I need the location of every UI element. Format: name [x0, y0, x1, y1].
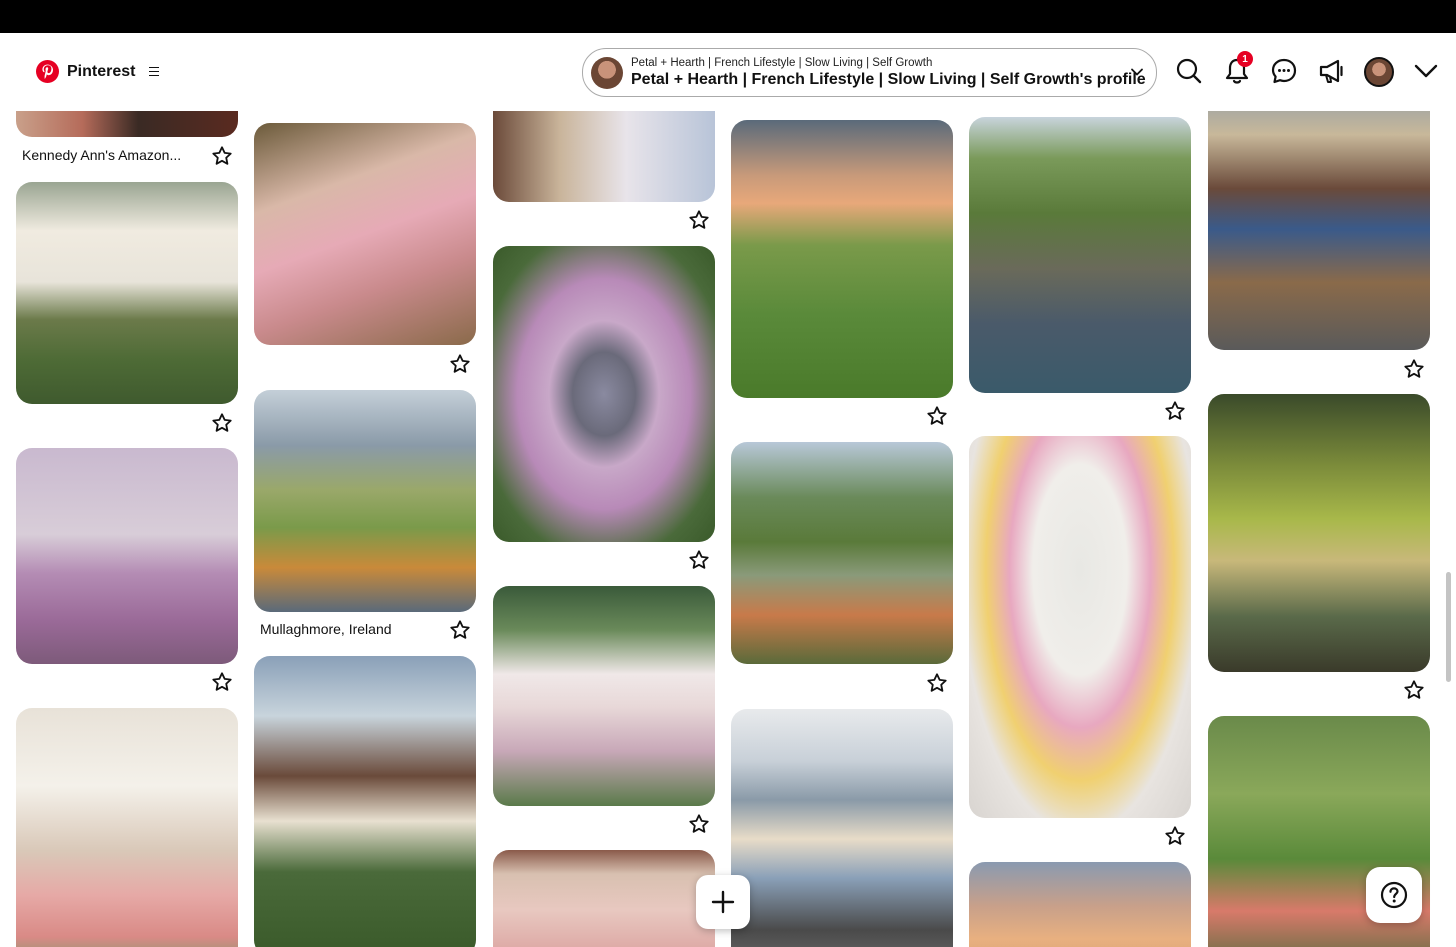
app-name: Pinterest: [67, 62, 136, 80]
header: Pinterest Petal + Hearth | French Lifest…: [0, 33, 1456, 111]
hamburger-menu-icon[interactable]: [149, 66, 160, 77]
chat-icon[interactable]: [1269, 56, 1299, 86]
star-icon[interactable]: [1403, 679, 1425, 701]
window-top-bar: [0, 0, 1456, 33]
star-icon[interactable]: [926, 405, 948, 427]
star-icon[interactable]: [211, 145, 233, 167]
pin-image[interactable]: [254, 123, 476, 345]
star-icon[interactable]: [211, 671, 233, 693]
profile-subtitle: Petal + Hearth | French Lifestyle | Slow…: [631, 56, 933, 69]
pinterest-logo[interactable]: Pinterest: [36, 60, 160, 83]
pin-image[interactable]: [16, 448, 238, 664]
star-icon[interactable]: [688, 209, 710, 231]
pinterest-logo-icon: [36, 60, 59, 83]
star-icon[interactable]: [1164, 400, 1186, 422]
pin-image[interactable]: [731, 120, 953, 398]
profile-switcher-text: Petal + Hearth | French Lifestyle | Slow…: [631, 56, 1146, 90]
pin-image[interactable]: [254, 656, 476, 947]
pin-image[interactable]: [1208, 394, 1430, 672]
pin-image[interactable]: [731, 442, 953, 664]
pin-image[interactable]: [16, 111, 238, 137]
profile-title: Petal + Hearth | French Lifestyle | Slow…: [631, 70, 1146, 88]
pin-image[interactable]: [254, 390, 476, 612]
star-icon[interactable]: [1164, 825, 1186, 847]
star-icon[interactable]: [449, 353, 471, 375]
chevron-down-icon: [1131, 68, 1143, 76]
help-button[interactable]: [1366, 867, 1422, 923]
star-icon[interactable]: [688, 549, 710, 571]
pin-image[interactable]: [16, 182, 238, 404]
pin-caption[interactable]: Kennedy Ann's Amazon...: [22, 147, 181, 163]
pin-image[interactable]: [493, 586, 715, 806]
account-chevron-down-icon[interactable]: [1411, 56, 1441, 86]
profile-avatar: [591, 56, 623, 89]
notification-badge: 1: [1237, 51, 1253, 67]
pin-image[interactable]: [969, 117, 1191, 393]
create-pin-button[interactable]: [696, 875, 750, 929]
pin-image[interactable]: [493, 111, 715, 202]
star-icon[interactable]: [688, 813, 710, 835]
pin-image[interactable]: [16, 708, 238, 947]
profile-switcher[interactable]: Petal + Hearth | French Lifestyle | Slow…: [582, 48, 1157, 97]
star-icon[interactable]: [211, 412, 233, 434]
pin-image[interactable]: [1208, 111, 1430, 350]
star-icon[interactable]: [926, 672, 948, 694]
search-icon[interactable]: [1174, 56, 1204, 86]
star-icon[interactable]: [449, 619, 471, 641]
pin-caption[interactable]: Mullaghmore, Ireland: [260, 621, 392, 637]
pin-image[interactable]: [493, 850, 715, 947]
scrollbar[interactable]: [1446, 572, 1451, 682]
user-avatar[interactable]: [1364, 57, 1394, 87]
star-icon[interactable]: [1403, 358, 1425, 380]
pin-image[interactable]: [731, 709, 953, 947]
pin-image[interactable]: [969, 862, 1191, 947]
pin-image[interactable]: [969, 436, 1191, 818]
plus-icon: [711, 890, 735, 914]
megaphone-icon[interactable]: [1317, 56, 1347, 86]
pin-image[interactable]: [493, 246, 715, 542]
question-mark-icon: [1380, 881, 1408, 909]
pin-grid: Kennedy Ann's Amazon... Mullaghmore, Ire…: [0, 111, 1456, 947]
